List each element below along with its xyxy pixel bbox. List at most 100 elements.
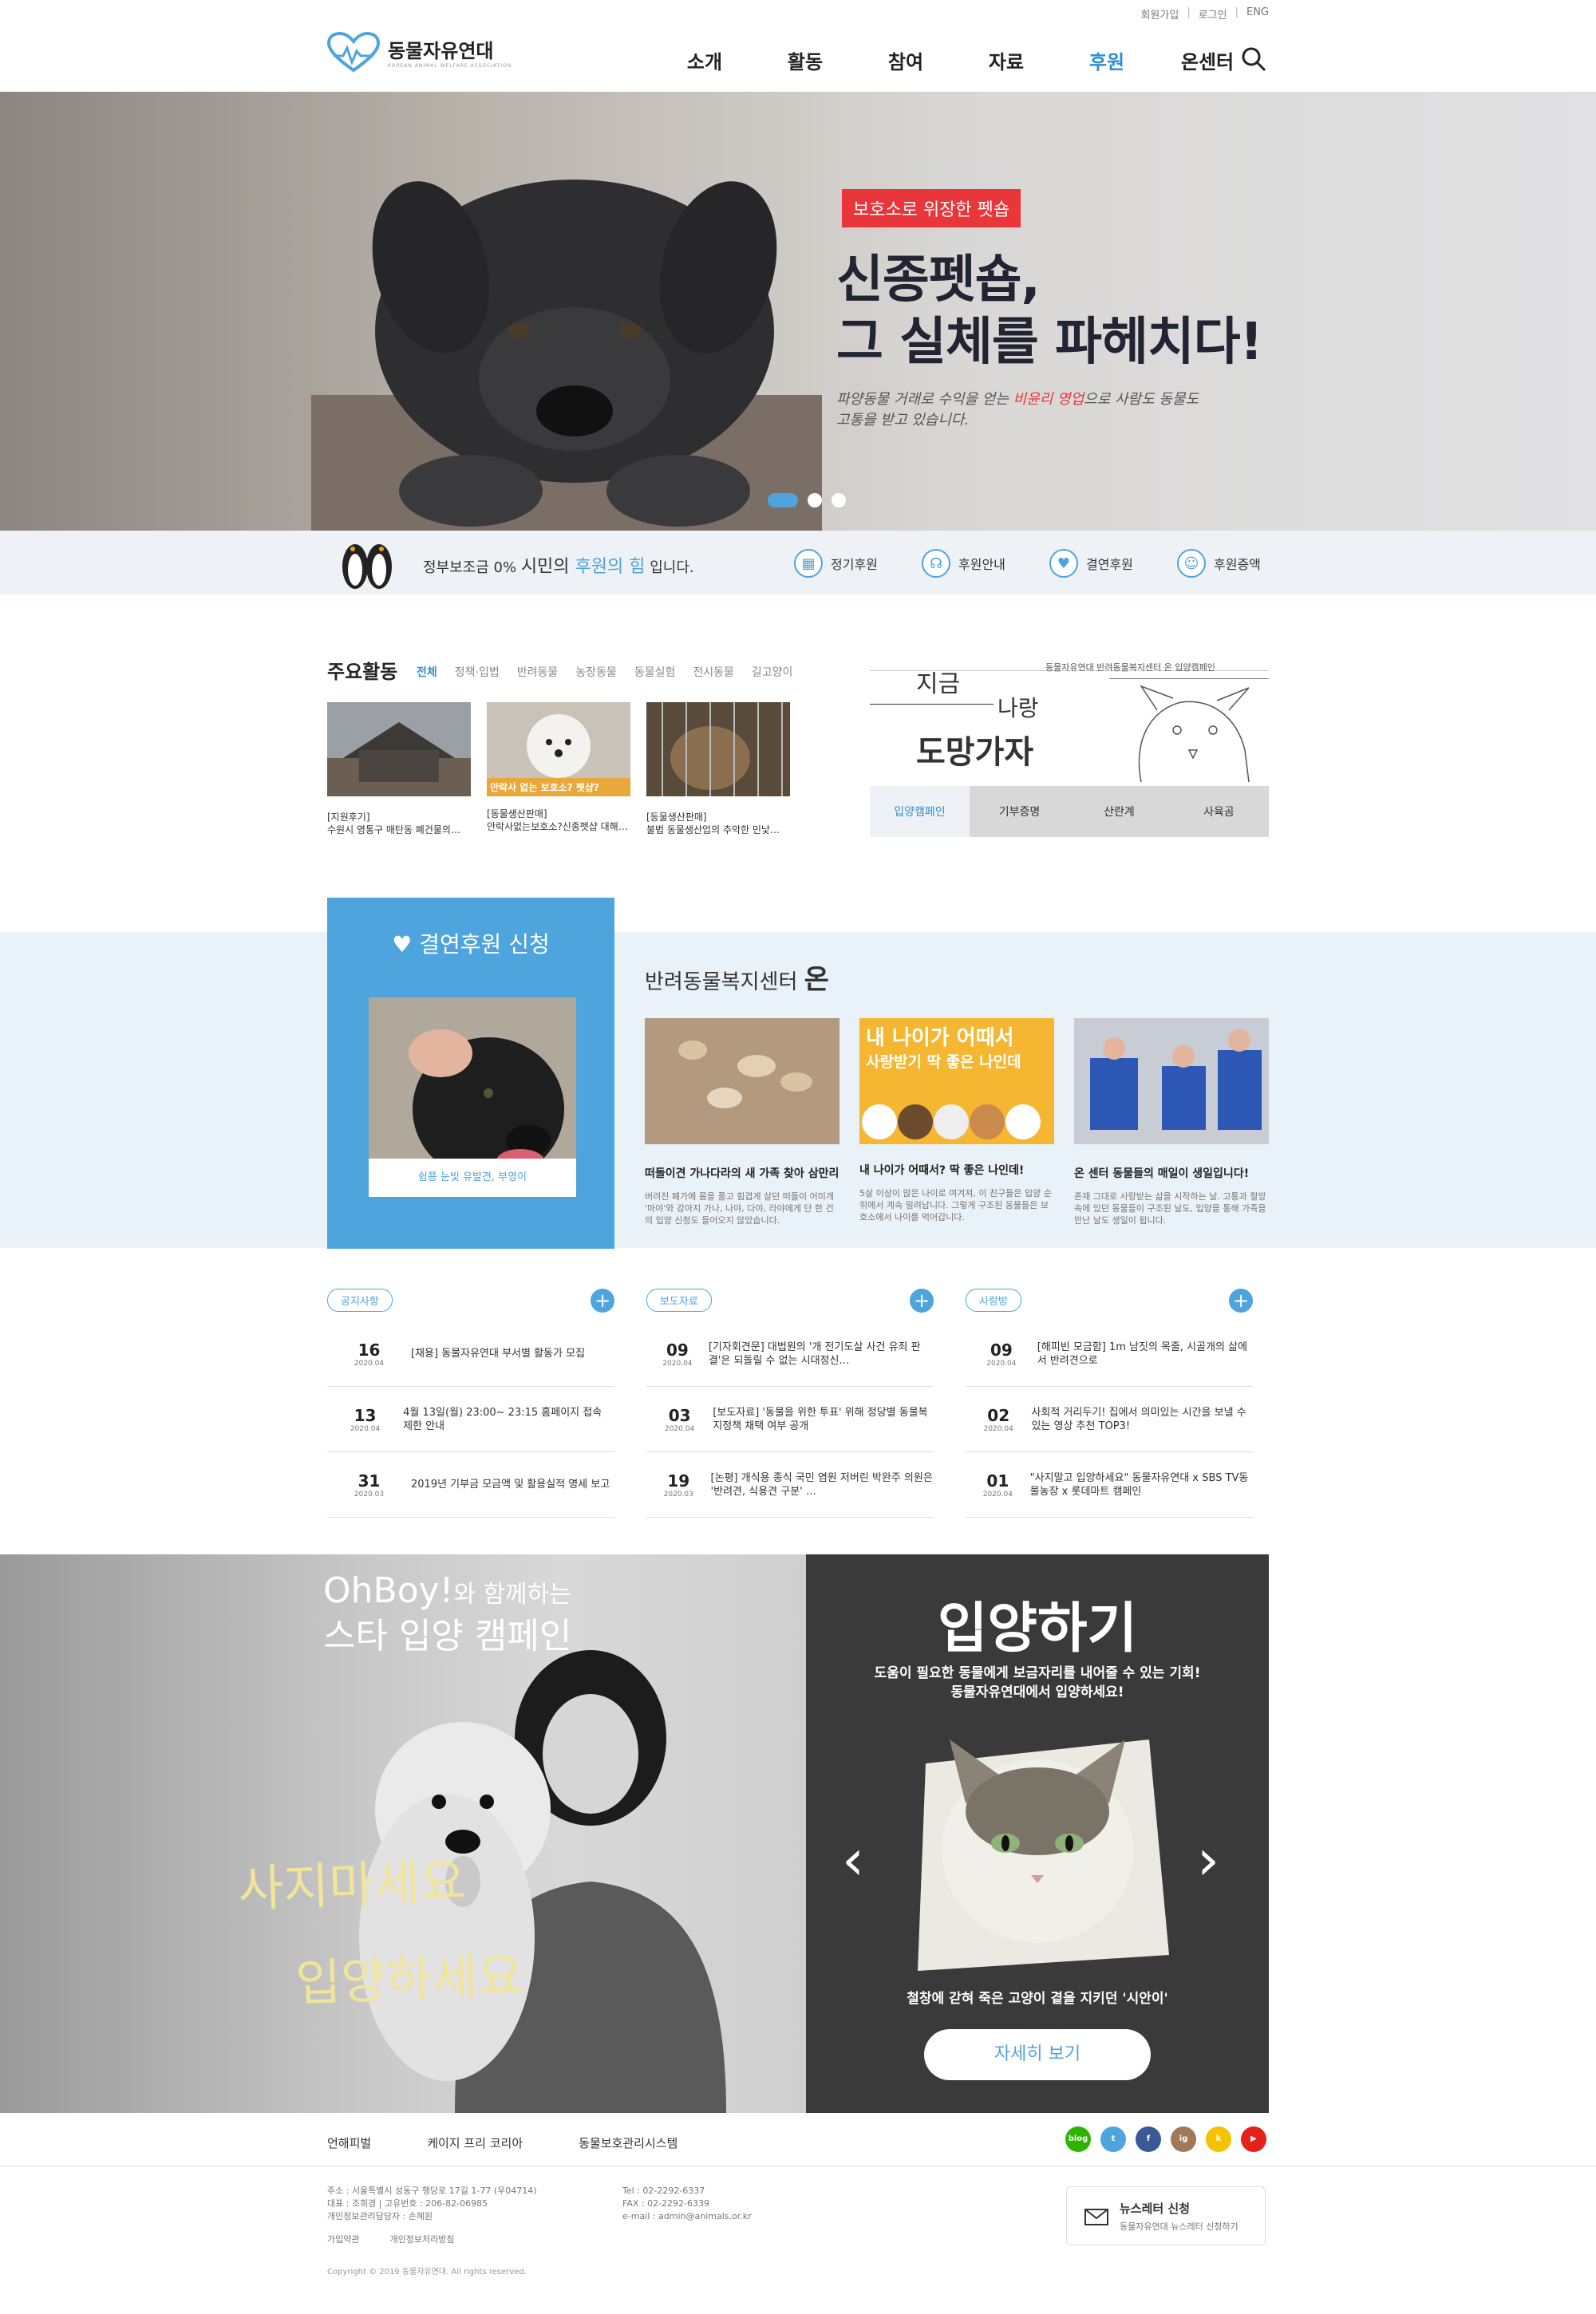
tab-policy[interactable]: 정책·입법 [455, 664, 500, 680]
hero-desc-highlight: 비윤리 영업 [1013, 391, 1084, 408]
hero-title: 신종펫숍, 그 실체를 파헤치다! [836, 249, 1263, 373]
news-day: 02 [987, 1405, 1010, 1425]
tab-exhibit[interactable]: 전시동물 [693, 664, 734, 680]
tab-pets[interactable]: 반려동물 [517, 664, 559, 680]
nav-item-participate[interactable]: 참여 [855, 46, 956, 74]
notice-pill[interactable]: 공지사항 [327, 1289, 393, 1312]
hero-desc-c: 고통을 받고 있습니다. [836, 412, 970, 428]
plus-icon[interactable]: + [591, 1289, 614, 1313]
activity-card[interactable]: 안락사 없는 보호소? 펫샵? [동물생산판매] 안락사없는보호소?신종펫샵 대해… [487, 702, 630, 836]
newsletter-button[interactable]: 뉴스레터 신청 동물자유연대 뉴스레터 신청하기 [1066, 2186, 1266, 2245]
sponsor-title-text: 결연후원 신청 [419, 931, 550, 958]
adoption-desc-line2: 동물자유연대에서 입양하세요! [950, 1684, 1124, 1700]
nav-item-about[interactable]: 소개 [654, 46, 755, 74]
tab-hens[interactable]: 산란계 [1069, 786, 1169, 837]
brand-sub: KOREAN ANIMAL WELFARE ASSOCIATION [388, 63, 512, 69]
activity-card[interactable]: [동물생산판매] 불법 동물생산업의 추악한 민낯… [646, 702, 790, 836]
slide-dot[interactable] [768, 493, 798, 507]
login-link[interactable]: 로그인 [1199, 6, 1227, 22]
press-pill[interactable]: 보도자료 [646, 1289, 712, 1312]
dont-buy-text: 사지마세요 [237, 1852, 467, 1918]
news-day: 31 [358, 1471, 381, 1491]
news-item[interactable]: 09 2020.04 [해피빈 모금함] 1m 남짓의 목줄, 시골개의 삶에서 반… [966, 1321, 1253, 1387]
prev-arrow-icon[interactable]: ‹ [842, 1827, 864, 1893]
footer-fax: FAX : 02-2292-6339 [622, 2198, 710, 2209]
hero-banner [0, 92, 1596, 531]
quick-link-sponsor[interactable]: ♥ 결연후원 [1049, 549, 1177, 578]
oncenter-card[interactable]: 온 센터 동물들의 매일이 생일입니다! 존재 그대로 사랑받는 삶을 시작하는… [1074, 1018, 1269, 1226]
site-logo[interactable]: 동물자유연대 KOREAN ANIMAL WELFARE ASSOCIATION [327, 32, 512, 72]
footer-address: 주소 : 서울특별시 성동구 행당로 17길 1-77 (우04714) 대표 … [327, 2185, 537, 2223]
hero-badge: 보호소로 위장한 펫숍 [842, 189, 1021, 227]
quick-link-guide[interactable]: ☊ 후원안내 [922, 549, 1049, 578]
hero-desc-b: 으로 사람도 동물도 [1084, 391, 1199, 408]
privacy-link[interactable]: 개인정보처리방침 [389, 2234, 454, 2245]
heart-icon: ♥ [392, 931, 420, 958]
search-icon[interactable] [1241, 46, 1266, 72]
campaign-text-3: 도망가자 [916, 733, 1034, 771]
quick-link-increase[interactable]: ☺ 후원증액 [1177, 549, 1305, 578]
news-item[interactable]: 19 2020.03 [논평] 개식용 종식 국민 염원 저버린 박완주 의원은 '… [646, 1452, 934, 1518]
news-item[interactable]: 09 2020.04 [기자회견문] 대법원의 '개 전기도살 사건 유죄 판결'은… [646, 1321, 934, 1387]
footer-link-cagefree[interactable]: 케이지 프리 코리아 [427, 2134, 523, 2151]
activity-card[interactable]: [지원후기] 수원시 영통구 매탄동 폐건물의… [327, 702, 471, 836]
plus-icon[interactable]: + [910, 1289, 934, 1313]
newsletter-sub: 동물자유연대 뉴스레터 신청하기 [1120, 2221, 1238, 2232]
news-text: 4월 13일(월) 23:00~ 23:15 홈페이지 접속 제한 안내 [403, 1406, 602, 1432]
news-item[interactable]: 01 2020.04 "사지말고 입양하세요" 동물자유연대 x SBS TV동물농… [966, 1452, 1253, 1518]
nav-item-resources[interactable]: 자료 [956, 46, 1057, 74]
quick-link-regular[interactable]: ▦ 정기후원 [794, 549, 922, 578]
nav-item-activity[interactable]: 활동 [755, 46, 855, 74]
activities-title: 주요활동 [327, 661, 398, 683]
slider-dots [768, 493, 846, 507]
tab-lab[interactable]: 동물실험 [634, 664, 676, 680]
footer-link-unhappy[interactable]: 언해피벌 [327, 2134, 371, 2151]
tab-farm[interactable]: 농장동물 [575, 664, 617, 680]
kakao-icon[interactable]: k [1206, 2126, 1231, 2152]
community-pill[interactable]: 사랑방 [966, 1289, 1021, 1312]
tab-donation-proof[interactable]: 기부증명 [970, 786, 1069, 837]
instagram-icon[interactable]: ig [1171, 2126, 1196, 2152]
card-title: 불법 동물생산업의 추악한 민낯… [646, 824, 780, 835]
tab-cats[interactable]: 길고양이 [752, 664, 793, 680]
campaign-text-2: 나랑 [998, 695, 1039, 721]
next-arrow-icon[interactable]: › [1197, 1827, 1219, 1893]
news-item[interactable]: 13 2020.04 4월 13일(월) 23:00~ 23:15 홈페이지 접속 … [327, 1387, 614, 1452]
view-more-button[interactable]: 자세히 보기 [924, 2029, 1151, 2080]
nav-item-support[interactable]: 후원 [1057, 46, 1157, 74]
news-day: 16 [358, 1340, 381, 1360]
card-title: 안락사없는보호소?신종펫샵 대해… [487, 821, 628, 832]
lang-link[interactable]: ENG [1246, 6, 1269, 22]
news-item[interactable]: 02 2020.04 사회적 거리두기! 집에서 의미있는 시간을 보낼 수 있는 … [966, 1387, 1253, 1452]
quick-links: ▦ 정기후원 ☊ 후원안내 ♥ 결연후원 ☺ 후원증액 [794, 549, 1305, 578]
slide-dot[interactable] [832, 493, 846, 507]
news-item[interactable]: 03 2020.04 [보도자료] '동물을 위한 투표' 위해 정당별 동물복지정… [646, 1387, 934, 1452]
star-campaign-line: 스타 입양 캠페인 [323, 1616, 572, 1657]
card-category: [동물생산판매] [646, 811, 707, 823]
campaign-tabs: 입양캠페인 기부증명 산란계 사육곰 [870, 786, 1269, 837]
star-campaign-title: OhBoy!와 함께하는 스타 입양 캠페인 [323, 1570, 571, 1657]
tab-adoption[interactable]: 입양캠페인 [870, 786, 970, 837]
terms-link[interactable]: 가입약관 [327, 2234, 359, 2245]
oncenter-card[interactable]: 내 나이가 어때서 사랑받기 딱 좋은 나인데 내 나이가 어때서? 딱 좋은 … [859, 1018, 1054, 1226]
footer-tel: Tel : 02-2292-6337 [622, 2186, 705, 2196]
youtube-icon[interactable]: ▶ [1241, 2126, 1266, 2152]
oncenter-card[interactable]: 떠돌이견 가나다라의 새 가족 찾아 삼만리 버려진 폐가에 몸을 풀고 힘겹게… [645, 1018, 839, 1226]
tab-all[interactable]: 전체 [417, 664, 437, 680]
blog-icon[interactable]: blog [1065, 2126, 1091, 2152]
adoption-description: 도움이 필요한 동물에게 보금자리를 내어줄 수 있는 기회! 동물자유연대에서… [806, 1664, 1269, 1702]
news-item[interactable]: 16 2020.04 [채용] 동물자유연대 부서별 활동가 모집 [327, 1321, 614, 1387]
footer-link-system[interactable]: 동물보호관리시스템 [579, 2134, 678, 2151]
plus-icon[interactable]: + [1229, 1289, 1253, 1313]
twitter-icon[interactable]: t [1100, 2126, 1126, 2152]
facebook-icon[interactable]: f [1136, 2126, 1161, 2152]
overlay-line2: 사랑받기 딱 좋은 나인데 [866, 1053, 1021, 1071]
news-item[interactable]: 31 2020.03 2019년 기부금 모금액 및 활용실적 명세 보고 [327, 1452, 614, 1518]
campaign-text-1: 지금 [916, 670, 961, 698]
tab-bears[interactable]: 사육곰 [1169, 786, 1269, 837]
join-link[interactable]: 회원가입 [1140, 6, 1179, 22]
news-text: [논평] 개식용 종식 국민 염원 저버린 박완주 의원은 '반려견, 식용견 … [710, 1471, 933, 1498]
slide-dot[interactable] [808, 493, 822, 507]
slogan-highlight: 후원의 힘 [575, 557, 646, 577]
news-text: [채용] 동물자유연대 부서별 활동가 모집 [411, 1348, 586, 1360]
